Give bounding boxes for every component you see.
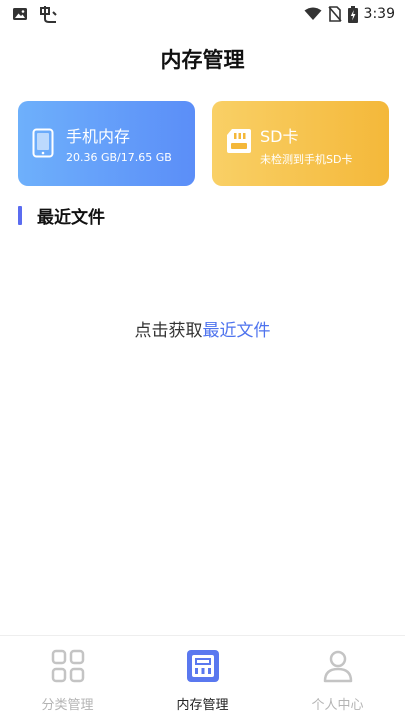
- sd-card-status: 未检测到手机SD卡: [260, 153, 353, 166]
- image-icon: [12, 6, 28, 22]
- empty-state-hint: 点击获取最近文件: [0, 316, 405, 341]
- section-accent-bar: [18, 206, 22, 225]
- status-left: [12, 5, 58, 23]
- sd-card-title: SD卡: [260, 127, 299, 146]
- status-bar: 3:39: [0, 0, 405, 28]
- memory-chip-icon: [185, 648, 221, 684]
- nav-label-category: 分类管理: [41, 698, 94, 713]
- wifi-icon: [304, 7, 322, 21]
- bottom-nav: 分类管理 内存管理 个人中心: [0, 635, 405, 720]
- nav-item-category[interactable]: 分类管理: [0, 636, 135, 720]
- battery-charging-icon: [347, 5, 358, 23]
- sd-card-icon: [226, 128, 252, 158]
- bug-icon: [38, 5, 58, 23]
- page-title: 内存管理: [160, 48, 245, 72]
- recent-files-link[interactable]: 最近文件: [203, 321, 271, 341]
- nav-item-profile[interactable]: 个人中心: [270, 636, 405, 720]
- hint-prefix: 点击获取: [134, 321, 203, 341]
- recent-files-title: 最近文件: [37, 208, 105, 228]
- recent-files-header: 最近文件: [18, 203, 105, 228]
- nav-item-memory[interactable]: 内存管理: [135, 636, 270, 720]
- phone-storage-usage: 20.36 GB/17.65 GB: [66, 151, 172, 164]
- phone-icon: [32, 128, 54, 162]
- phone-storage-card[interactable]: 手机内存 20.36 GB/17.65 GB: [18, 101, 195, 186]
- person-icon: [320, 648, 356, 684]
- nav-label-profile: 个人中心: [311, 698, 364, 713]
- phone-storage-title: 手机内存: [66, 127, 131, 146]
- grid-icon: [50, 648, 86, 684]
- no-sim-icon: [327, 6, 342, 22]
- status-time: 3:39: [363, 6, 395, 22]
- nav-label-memory: 内存管理: [176, 698, 229, 713]
- sd-card-card[interactable]: SD卡 未检测到手机SD卡: [212, 101, 389, 186]
- status-right: 3:39: [304, 5, 395, 23]
